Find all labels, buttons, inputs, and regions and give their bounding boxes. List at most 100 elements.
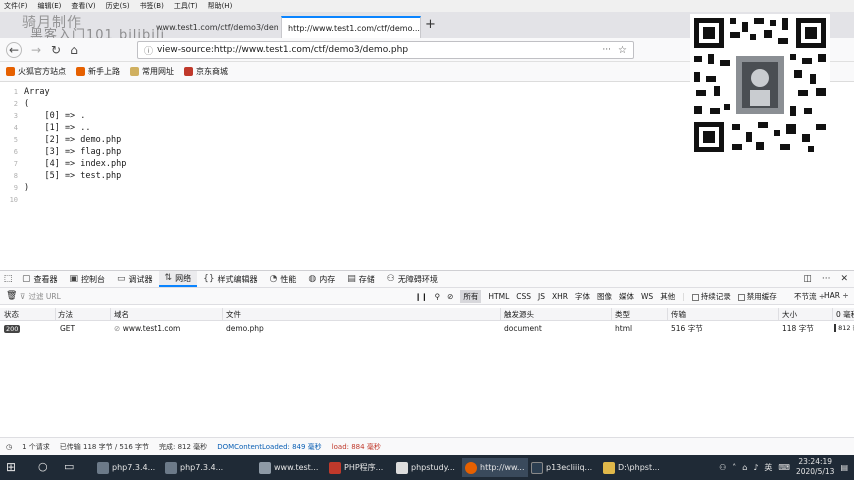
page-actions-icon[interactable]: ··· (602, 45, 611, 55)
column-type[interactable]: 类型 (615, 308, 630, 321)
reload-icon[interactable]: ↻ (48, 42, 64, 58)
bookmark-common-sites[interactable]: 常用网址 (130, 66, 174, 77)
block-icon[interactable]: ⊘ (447, 292, 453, 301)
bookmark-jd[interactable]: 京东商城 (184, 66, 228, 77)
folder-icon (603, 461, 615, 474)
menu-file[interactable]: 文件(F) (4, 1, 28, 11)
devtools-tab-style-editor[interactable]: {} 样式编辑器 (197, 271, 263, 287)
tab-label: 控制台 (81, 274, 106, 284)
tab-demo-page[interactable]: www.test1.com/ctf/demo3/demo... ✕ (150, 16, 278, 38)
source-line: 5 [2] => demo.php (0, 134, 680, 146)
filter-images[interactable]: 图像 (597, 291, 612, 302)
filter-css[interactable]: CSS (516, 292, 531, 301)
bookmark-firefox-official[interactable]: 火狐官方站点 (6, 66, 66, 77)
address-bar[interactable]: ⓘ view-source:http://www.test1.com/ctf/d… (137, 41, 634, 59)
search-icon[interactable]: ⚲ (435, 292, 441, 301)
devtools-tab-network[interactable]: ⇅ 网络 (158, 271, 198, 287)
persist-logs-checkbox[interactable]: 持续记录 (691, 291, 731, 302)
notification-icon[interactable]: ▤ (840, 463, 848, 472)
menu-edit[interactable]: 编辑(E) (38, 1, 62, 11)
taskbar-item-www[interactable]: www.test... (256, 458, 321, 477)
forward-icon[interactable]: → (28, 42, 44, 58)
timeline-text: 812 毫 (838, 324, 854, 332)
har-menu[interactable]: HAR ÷ (824, 291, 849, 300)
keyboard-icon[interactable]: ⌨ (778, 463, 790, 472)
home-icon[interactable]: ⌂ (66, 42, 82, 58)
request-type: html (615, 324, 633, 333)
filter-ws[interactable]: WS (641, 292, 653, 301)
table-row[interactable]: 200 GET ⊘ www.test1.com demo.php documen… (0, 322, 854, 335)
filter-media[interactable]: 媒体 (619, 291, 634, 302)
column-cause[interactable]: 触发源头 (504, 308, 534, 321)
taskbar-item-php-program[interactable]: PHP程序... (326, 458, 386, 477)
clock-time: 23:24:19 (798, 457, 833, 466)
source-line: 4 [1] => .. (0, 122, 680, 134)
filter-html[interactable]: HTML (488, 292, 509, 301)
volume-icon[interactable]: ♪ (753, 463, 758, 472)
ime-indicator[interactable]: 英 (764, 462, 772, 473)
element-picker-icon[interactable]: ⬚ (0, 274, 16, 284)
close-devtools-icon[interactable]: ✕ (840, 274, 848, 284)
devtools-tab-accessibility[interactable]: ⚇ 无障碍环境 (381, 271, 444, 287)
source-line: 3 [0] => . (0, 110, 680, 122)
more-options-icon[interactable]: ··· (822, 274, 831, 284)
disable-cache-checkbox[interactable]: 禁用缓存 (737, 291, 777, 302)
new-tab-button[interactable]: + (425, 17, 436, 32)
bookmark-getting-started[interactable]: 新手上路 (76, 66, 120, 77)
menu-help[interactable]: 帮助(H) (208, 1, 233, 11)
search-icon[interactable]: ○ (38, 460, 48, 473)
devtools-tab-storage[interactable]: ▤ 存储 (341, 271, 381, 287)
filter-xhr[interactable]: XHR (552, 292, 568, 301)
column-divider (667, 308, 668, 321)
column-size[interactable]: 大小 (782, 308, 797, 321)
filter-all[interactable]: 所有 (460, 290, 482, 303)
column-method[interactable]: 方法 (58, 308, 73, 321)
taskbar-item-php2[interactable]: php7.3.4... (162, 458, 226, 477)
people-icon[interactable]: ⚇ (719, 463, 726, 472)
filter-fonts[interactable]: 字体 (575, 291, 590, 302)
devtools-tab-performance[interactable]: ◔ 性能 (264, 271, 303, 287)
filter-other[interactable]: 其他 (660, 291, 675, 302)
throttle-select[interactable]: 不节流 ÷ (794, 291, 825, 302)
column-domain[interactable]: 域名 (114, 308, 129, 321)
column-transferred[interactable]: 传输 (671, 308, 686, 321)
line-code: ( (24, 99, 30, 109)
filter-js[interactable]: JS (538, 292, 545, 301)
taskbar-item-p13[interactable]: p13ecliiiq... (528, 458, 595, 477)
clock[interactable]: 23:24:19 2020/5/13 (796, 457, 834, 477)
system-tray: ⚇ ˄ ⌂ ♪ 英 ⌨ 23:24:19 2020/5/13 ▤ (719, 457, 848, 477)
taskbar-item-firefox[interactable]: http://ww... (462, 458, 528, 477)
taskbar-item-phpstudy[interactable]: phpstudy... (393, 458, 458, 477)
dock-icon[interactable]: ◫ (803, 274, 812, 284)
menu-view[interactable]: 查看(V) (71, 1, 95, 11)
taskbar-item-explorer[interactable]: D:\phpst... (600, 458, 663, 477)
menu-history[interactable]: 历史(S) (106, 1, 130, 11)
page-info-icon[interactable]: ⓘ (144, 44, 153, 57)
devtools-tab-debugger[interactable]: ▭ 调试器 (111, 271, 159, 287)
taskbar-item-php1[interactable]: php7.3.4... (94, 458, 158, 477)
filter-url-input[interactable]: ⊽ 过滤 URL (20, 291, 61, 302)
windows-start-icon[interactable]: ⊞ (6, 460, 16, 474)
tray-chevron-icon[interactable]: ˄ (732, 463, 736, 472)
source-line: 8 [5] => test.php (0, 170, 680, 182)
menu-tools[interactable]: 工具(T) (174, 1, 198, 11)
task-view-icon[interactable]: ▭ (64, 460, 74, 473)
devtools-tab-console[interactable]: ▣ 控制台 (64, 271, 112, 287)
devtools-tab-memory[interactable]: ◍ 内存 (302, 271, 341, 287)
network-icon[interactable]: ⌂ (742, 463, 747, 472)
column-timeline[interactable]: 0 毫秒 (836, 308, 854, 321)
devtools-tab-bar: ⬚ ▢ 查看器 ▣ 控制台 ▭ 调试器 ⇅ 网络 {} 样式编辑器 ◔ 性能 ◍ 内存 ▤ 存储… (0, 270, 854, 288)
network-summary-bar: ◷ 1 个请求 已传输 118 字节 / 516 字节 完成: 812 毫秒 D… (0, 437, 854, 455)
devtools-tab-inspector[interactable]: ▢ 查看器 (16, 271, 64, 287)
tab-view-source[interactable]: http://www.test1.com/ctf/demo... ✕ (281, 16, 421, 38)
trash-icon[interactable]: 🗑 (6, 291, 17, 301)
divider: | (682, 292, 685, 301)
back-icon[interactable]: ← (6, 42, 22, 58)
bookmark-star-icon[interactable]: ☆ (618, 45, 627, 56)
column-status[interactable]: 状态 (4, 308, 19, 321)
column-file[interactable]: 文件 (226, 308, 241, 321)
menu-bookmarks[interactable]: 书签(B) (140, 1, 164, 11)
pause-icon[interactable]: ❙❙ (415, 292, 428, 301)
line-number: 8 (13, 172, 18, 180)
memory-icon: ◍ (308, 274, 317, 284)
